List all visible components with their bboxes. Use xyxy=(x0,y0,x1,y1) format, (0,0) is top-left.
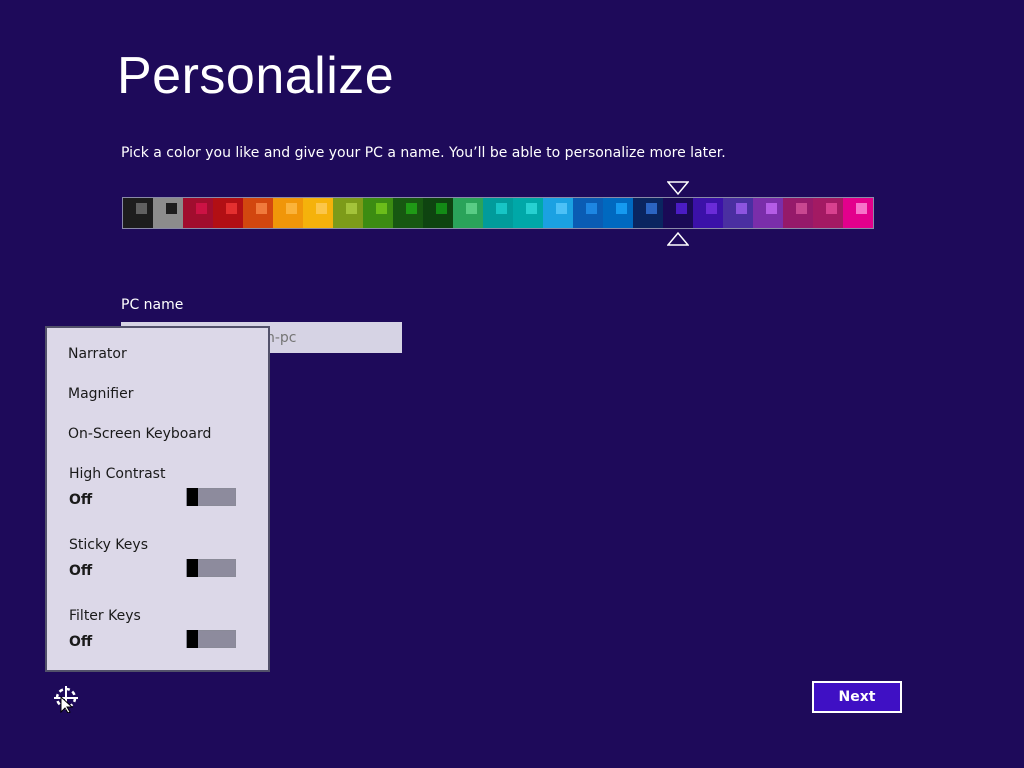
swatch-accent xyxy=(526,203,537,214)
color-swatch[interactable] xyxy=(213,198,243,228)
ease-of-access-panel: Narrator Magnifier On-Screen Keyboard Hi… xyxy=(45,326,270,672)
on-screen-keyboard-menu-item[interactable]: On-Screen Keyboard xyxy=(68,426,211,442)
swatch-accent xyxy=(316,203,327,214)
color-swatch[interactable] xyxy=(603,198,633,228)
sticky-keys-toggle[interactable] xyxy=(186,559,236,577)
swatch-accent xyxy=(256,203,267,214)
color-swatch[interactable] xyxy=(183,198,213,228)
color-swatch[interactable] xyxy=(693,198,723,228)
color-swatch[interactable] xyxy=(393,198,423,228)
swatch-accent xyxy=(196,203,207,214)
high-contrast-state: Off xyxy=(69,492,93,508)
high-contrast-toggle[interactable] xyxy=(186,488,236,506)
color-swatch[interactable] xyxy=(123,198,153,228)
color-swatch[interactable] xyxy=(663,198,693,228)
color-swatch[interactable] xyxy=(753,198,783,228)
swatch-accent xyxy=(826,203,837,214)
sticky-keys-setting: Sticky Keys Off xyxy=(69,537,259,579)
page-title: Personalize xyxy=(117,47,395,105)
ease-of-access-button[interactable] xyxy=(53,685,81,714)
color-swatch[interactable] xyxy=(513,198,543,228)
sticky-keys-state: Off xyxy=(69,563,93,579)
swatch-accent xyxy=(166,203,177,214)
color-swatch[interactable] xyxy=(273,198,303,228)
color-swatch[interactable] xyxy=(453,198,483,228)
swatch-accent xyxy=(736,203,747,214)
filter-keys-setting: Filter Keys Off xyxy=(69,608,259,650)
swatch-accent xyxy=(706,203,717,214)
magnifier-menu-item[interactable]: Magnifier xyxy=(68,386,134,402)
color-swatch[interactable] xyxy=(153,198,183,228)
swatch-accent xyxy=(796,203,807,214)
triangle-up-icon xyxy=(667,231,689,246)
swatch-accent xyxy=(586,203,597,214)
swatch-accent xyxy=(286,203,297,214)
swatch-accent xyxy=(136,203,147,214)
swatch-accent xyxy=(676,203,687,214)
swatch-accent xyxy=(226,203,237,214)
selected-color-marker-bottom xyxy=(667,231,689,247)
swatch-accent xyxy=(346,203,357,214)
swatch-accent xyxy=(646,203,657,214)
color-swatch[interactable] xyxy=(303,198,333,228)
high-contrast-label: High Contrast xyxy=(69,466,166,482)
color-swatch[interactable] xyxy=(843,198,873,228)
filter-keys-toggle[interactable] xyxy=(186,630,236,648)
color-swatch[interactable] xyxy=(633,198,663,228)
swatch-accent xyxy=(376,203,387,214)
narrator-menu-item[interactable]: Narrator xyxy=(68,346,127,362)
color-swatch[interactable] xyxy=(333,198,363,228)
swatch-accent xyxy=(556,203,567,214)
swatch-accent xyxy=(616,203,627,214)
color-swatch[interactable] xyxy=(363,198,393,228)
toggle-knob xyxy=(187,488,198,506)
color-swatch[interactable] xyxy=(783,198,813,228)
filter-keys-state: Off xyxy=(69,634,93,650)
color-swatch[interactable] xyxy=(243,198,273,228)
swatch-accent xyxy=(856,203,867,214)
swatch-accent xyxy=(766,203,777,214)
instructions-text: Pick a color you like and give your PC a… xyxy=(121,145,726,161)
color-swatch[interactable] xyxy=(723,198,753,228)
pc-name-label: PC name xyxy=(121,297,184,313)
swatch-accent xyxy=(436,203,447,214)
color-swatch[interactable] xyxy=(813,198,843,228)
ease-of-access-icon xyxy=(54,686,78,714)
selected-color-marker-top xyxy=(667,180,689,196)
color-palette[interactable] xyxy=(122,197,874,229)
swatch-accent xyxy=(466,203,477,214)
triangle-down-icon xyxy=(667,181,689,196)
swatch-accent xyxy=(406,203,417,214)
sticky-keys-label: Sticky Keys xyxy=(69,537,148,553)
filter-keys-label: Filter Keys xyxy=(69,608,141,624)
color-swatch[interactable] xyxy=(423,198,453,228)
color-swatch[interactable] xyxy=(543,198,573,228)
toggle-knob xyxy=(187,630,198,648)
next-button[interactable]: Next xyxy=(812,681,902,713)
swatch-accent xyxy=(496,203,507,214)
color-swatch[interactable] xyxy=(483,198,513,228)
high-contrast-setting: High Contrast Off xyxy=(69,466,259,508)
color-swatch[interactable] xyxy=(573,198,603,228)
toggle-knob xyxy=(187,559,198,577)
